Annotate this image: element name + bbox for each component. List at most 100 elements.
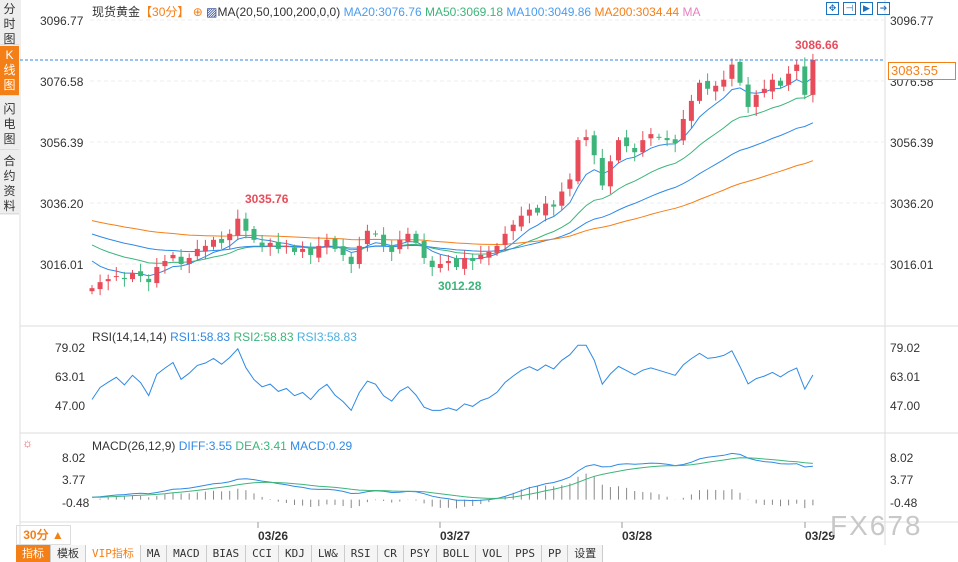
macd-tick: 3.77 xyxy=(62,473,86,487)
play-range-icon[interactable]: ▶ xyxy=(860,2,873,15)
price-tick: 3016.01 xyxy=(40,258,84,272)
ma-label: MA(20,50,100,200,0,0) xyxy=(217,5,341,19)
candle-body xyxy=(672,139,678,144)
candle-body xyxy=(332,238,338,249)
symbol-name: 现货黄金 xyxy=(92,5,141,19)
crosshair-icon[interactable]: ✥ xyxy=(826,2,839,15)
crosshair-icon[interactable]: ⊕ xyxy=(193,5,203,19)
candle-body xyxy=(786,73,792,85)
candle-body xyxy=(559,191,565,206)
candle-body xyxy=(526,209,532,216)
rsi-line xyxy=(91,344,814,412)
macd-tick-right: -0.48 xyxy=(890,496,918,510)
indicator-tab[interactable]: PP xyxy=(542,545,569,562)
rsi3-value: RSI3:58.83 xyxy=(296,330,357,344)
candle-body xyxy=(267,242,273,247)
candle-body xyxy=(259,242,265,246)
candle-body xyxy=(721,79,727,87)
candle-body xyxy=(227,233,233,241)
candle-body xyxy=(745,84,751,107)
period-selector[interactable]: 30分 ▲ xyxy=(16,525,71,545)
candle-body xyxy=(421,241,427,258)
candle-body xyxy=(794,64,800,71)
candle-body xyxy=(113,276,119,278)
candle-body xyxy=(656,136,662,138)
candle-body xyxy=(494,245,500,253)
macd-tick-right: 3.77 xyxy=(890,473,914,487)
candle-body xyxy=(567,179,573,189)
indicator-tab[interactable]: CCI xyxy=(246,545,279,562)
indicator-tab[interactable]: PSY xyxy=(403,545,437,562)
candle-body xyxy=(632,147,638,153)
indicator-tab[interactable]: 模板 xyxy=(51,545,86,562)
candle-body xyxy=(737,61,743,83)
macd-tick-right: 8.02 xyxy=(890,451,914,465)
indicator-tab[interactable]: CR xyxy=(377,545,404,562)
low-annotation: 3012.28 xyxy=(438,279,482,293)
candle-body xyxy=(583,137,589,141)
ma100-value: MA100:3049.86 xyxy=(506,5,592,19)
price-tick-right: 3016.01 xyxy=(890,258,934,272)
price-tick-right: 3056.39 xyxy=(890,136,934,150)
candle-body xyxy=(599,157,605,186)
candle-body xyxy=(138,271,144,277)
diff-value: DIFF:3.55 xyxy=(178,439,233,453)
candle-body xyxy=(640,140,646,153)
candle-body xyxy=(648,134,654,139)
ma-extra: MA xyxy=(682,5,701,19)
settings-sun-icon[interactable]: ☼ xyxy=(22,436,33,450)
indicator-tab[interactable]: MA xyxy=(140,545,168,562)
price-tick-right: 3096.77 xyxy=(890,14,934,28)
candle-body xyxy=(405,233,411,242)
candle-body xyxy=(397,239,403,250)
indicator-tab[interactable]: LW& xyxy=(311,545,345,562)
candle-body xyxy=(324,239,330,247)
indicator-tab[interactable]: PPS xyxy=(509,545,542,562)
indicator-tab[interactable]: RSI xyxy=(344,545,378,562)
candle-body xyxy=(170,254,176,259)
candle-body xyxy=(551,204,557,207)
candle-body xyxy=(769,79,775,92)
candle-body xyxy=(121,277,127,280)
indicator-tab[interactable]: BIAS xyxy=(206,545,247,562)
exit-icon[interactable]: ➔ xyxy=(877,2,890,15)
candle-body xyxy=(219,238,225,243)
indicator-tab[interactable]: 设置 xyxy=(568,545,604,562)
date-tick: 03/28 xyxy=(622,529,653,543)
indicator-tab[interactable]: MACD xyxy=(167,545,207,562)
date-tick: 03/26 xyxy=(258,529,289,543)
candle-body xyxy=(761,88,767,94)
candle-body xyxy=(308,247,314,255)
candle-body xyxy=(729,64,735,79)
ma200-value: MA200:3034.44 xyxy=(594,5,680,19)
macd-label: MACD(26,12,9) xyxy=(92,439,176,453)
indicator-tab[interactable]: VOL xyxy=(476,545,510,562)
candle-body xyxy=(97,282,103,290)
candle-body xyxy=(162,260,168,267)
candle-body xyxy=(364,230,370,245)
candle-body xyxy=(105,279,111,282)
price-tick-right: 3036.20 xyxy=(890,197,934,211)
diff-line xyxy=(91,452,813,502)
indicator-tab[interactable]: 指标 xyxy=(16,545,51,562)
indicator-tab[interactable]: VIP指标 xyxy=(86,545,141,562)
indicator-tab[interactable]: BOLL xyxy=(436,545,477,562)
zoom-range-icon[interactable]: ⊣ xyxy=(843,2,856,15)
candle-body xyxy=(680,118,686,141)
ma50-value: MA50:3069.18 xyxy=(424,5,504,19)
candle-body xyxy=(591,135,597,156)
dea-value: DEA:3.41 xyxy=(235,439,287,453)
candle-body xyxy=(535,207,540,213)
price-tick: 3096.77 xyxy=(40,14,84,28)
indicator-tab[interactable]: KDJ xyxy=(279,545,312,562)
kline-chart[interactable] xyxy=(0,0,958,545)
ma-chart-icon[interactable]: ▨ xyxy=(206,5,217,19)
candle-body xyxy=(502,233,508,245)
candle-body xyxy=(154,267,160,284)
candle-body xyxy=(802,66,808,95)
candle-body xyxy=(202,245,208,252)
candle-body xyxy=(624,137,630,147)
candle-body xyxy=(316,245,322,258)
candle-body xyxy=(292,247,297,252)
high-annotation: 3086.66 xyxy=(795,38,839,52)
